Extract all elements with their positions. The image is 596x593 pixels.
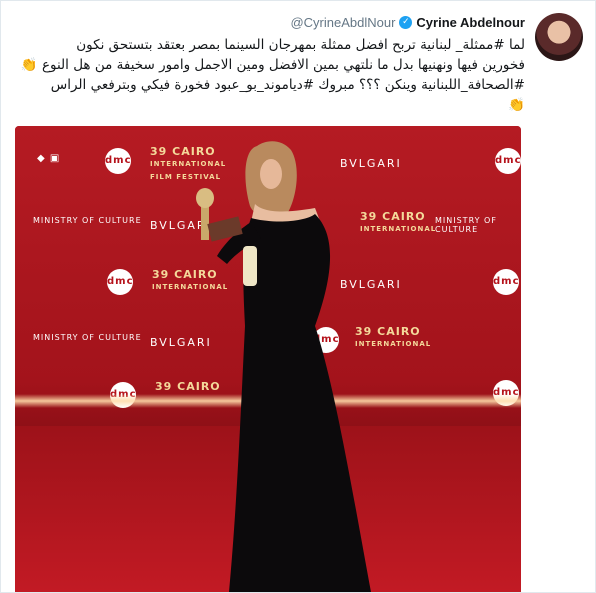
tweet-line-2: فخورين فيها ونهنيها بدل ما نلتهي بمين ال… [17,55,525,75]
display-name[interactable]: Cyrine Abdelnour [416,15,525,30]
tweet-line-4: 👏 [17,95,525,115]
verified-badge-icon: ✓ [399,16,413,29]
tweet-line-1: لما #ممثلة_ لبنانية تربح افضل ممثلة بمهر… [76,37,525,53]
user-handle[interactable]: @CyrineAbdlNour [290,15,395,30]
clapping-hands-icon: 👏 [20,57,38,73]
tweet-line-3-text: #الصحافة_اللبنانية وينكن ؟؟؟ مبروك #ديام… [50,77,525,93]
clapping-hands-icon: 👏 [508,97,525,113]
tweet-card: @CyrineAbdlNour ✓ Cyrine Abdelnour لما #… [0,0,596,593]
tweet-line-3: #الصحافة_اللبنانية وينكن ؟؟؟ مبروك #ديام… [17,75,525,95]
actress-figure [196,141,371,592]
avatar[interactable] [535,13,583,61]
tweet-line-2-text: فخورين فيها ونهنيها بدل ما نلتهي بمين ال… [41,57,525,73]
tweet-text: لما #ممثلة_ لبنانية تربح افضل ممثلة بمهر… [17,35,525,115]
tweet-photo[interactable]: ◆ ▣ dmc 39 CAIRO INTERNATIONAL FILM FEST… [15,126,521,592]
tweet-header: @CyrineAbdlNour ✓ Cyrine Abdelnour [290,15,525,30]
